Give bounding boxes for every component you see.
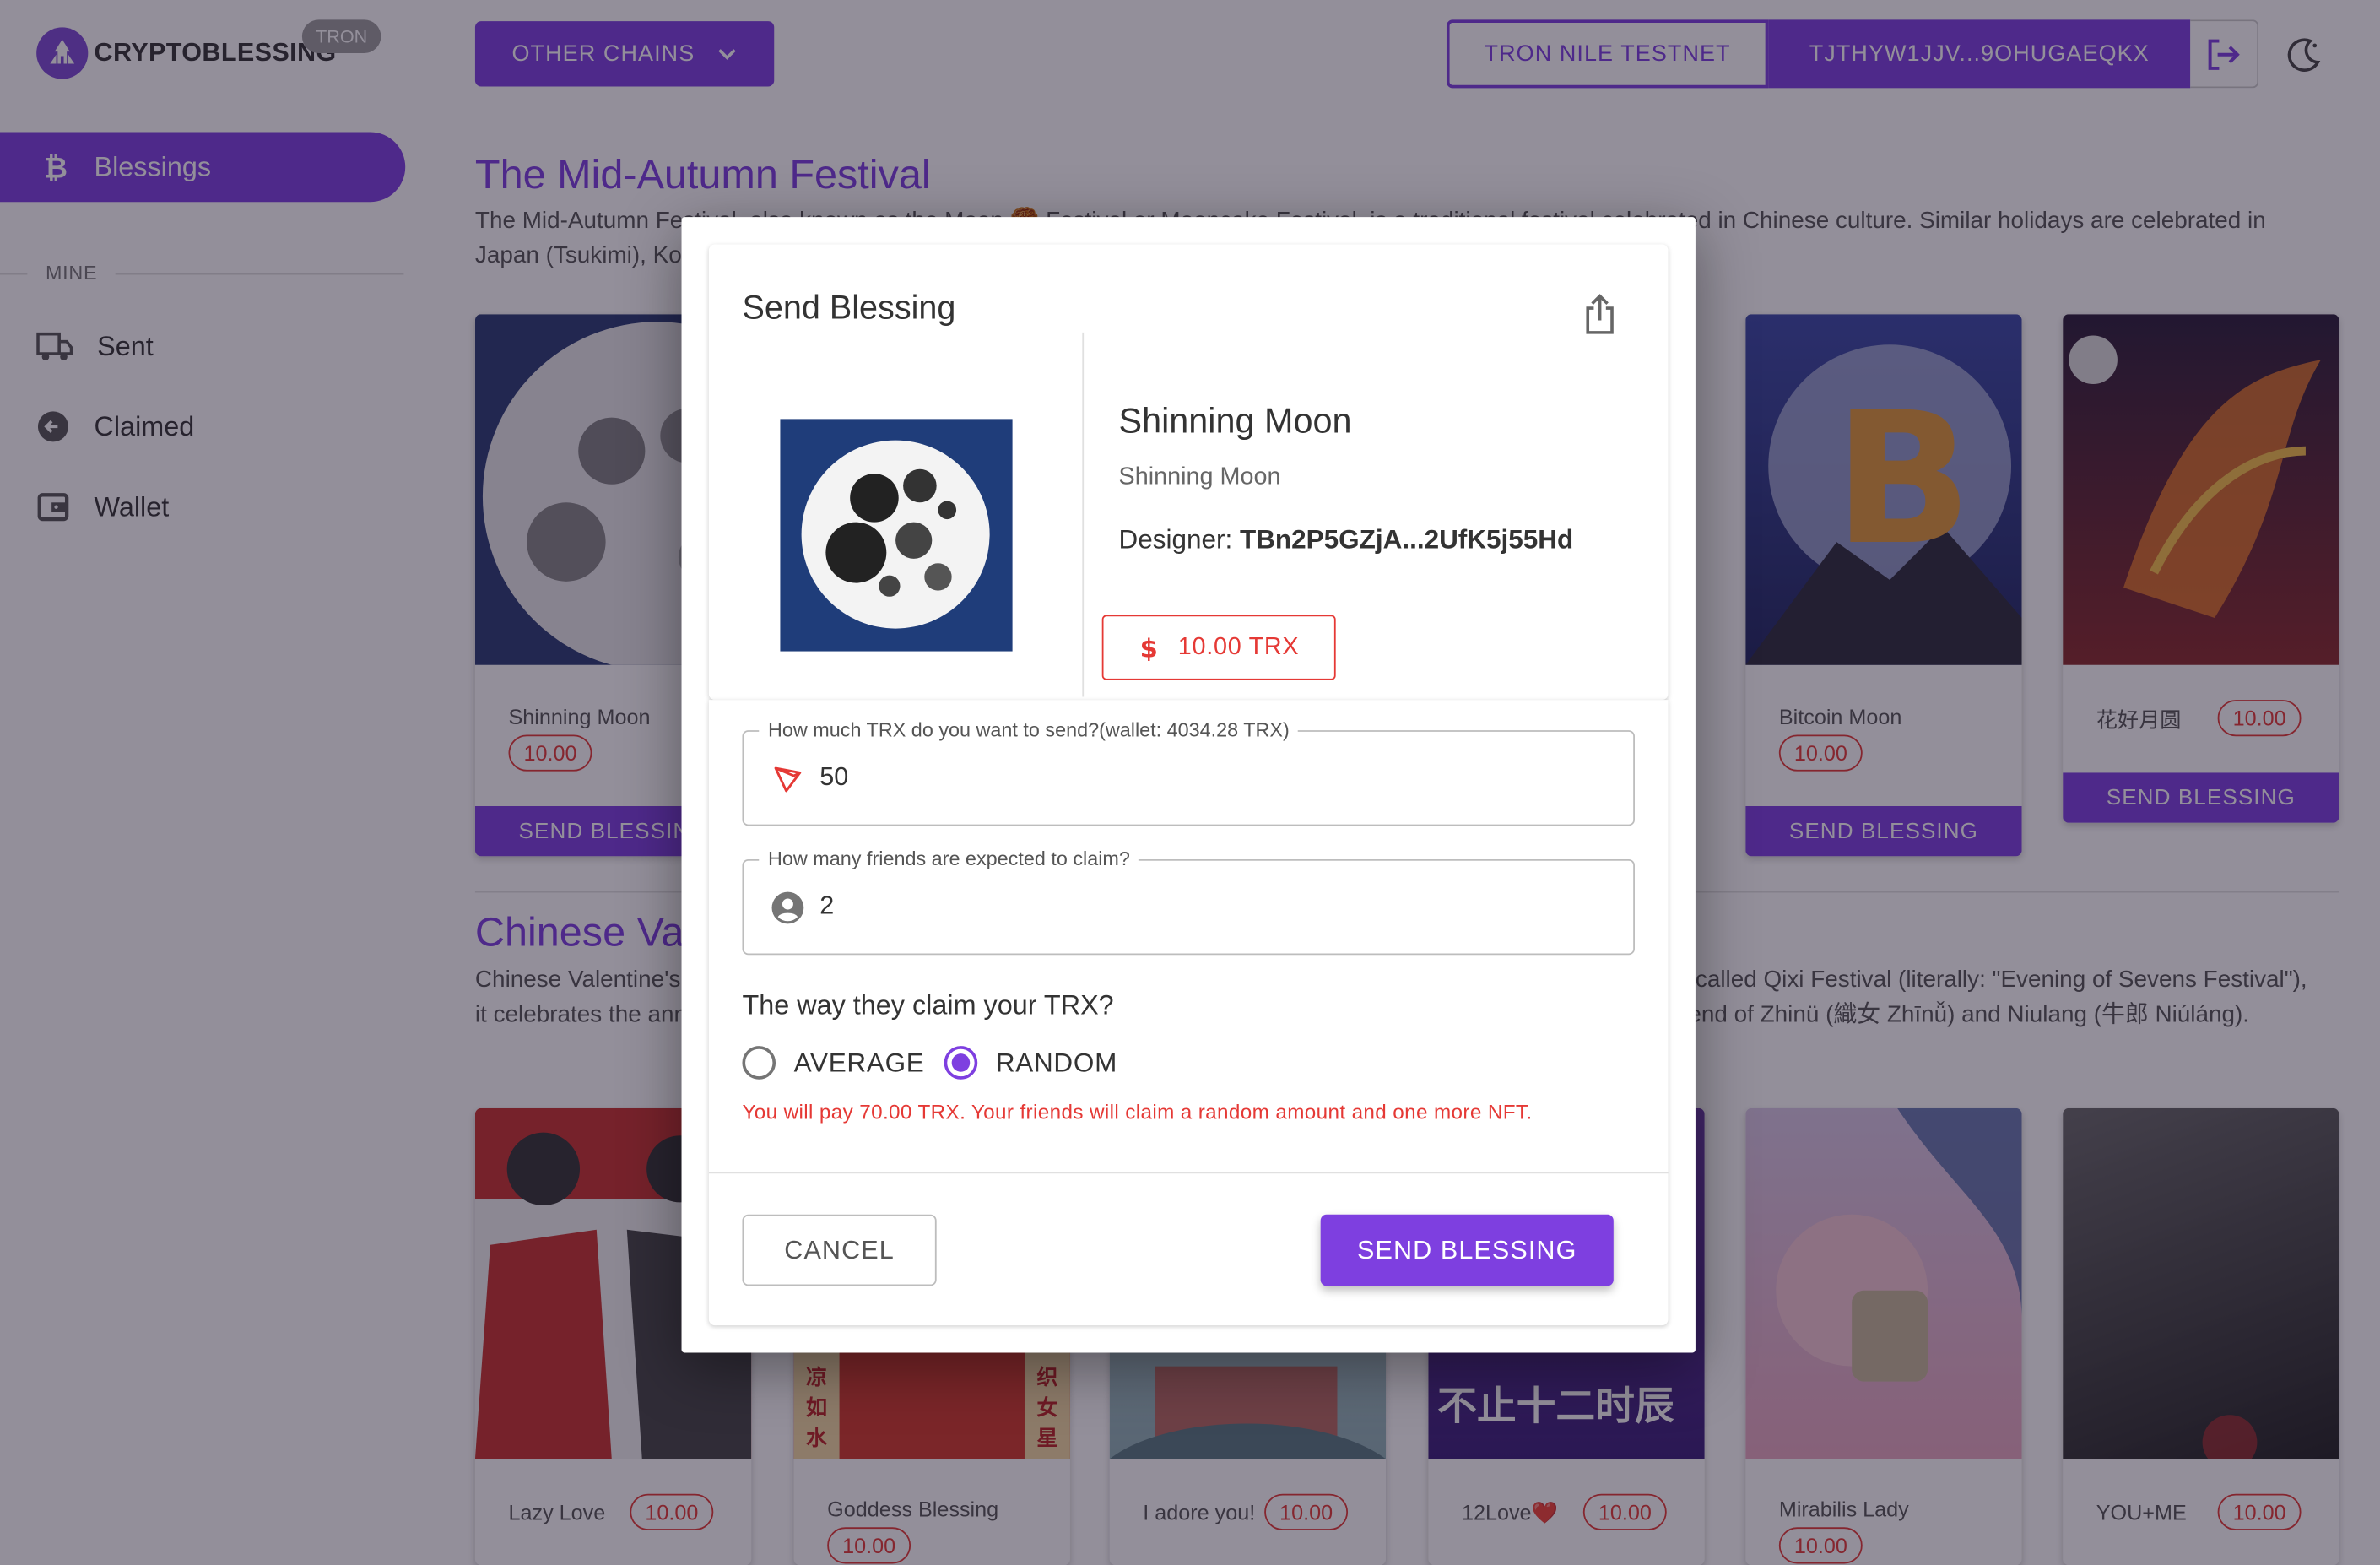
nft-image — [780, 419, 1013, 652]
nft-price-chip: $ 10.00 TRX — [1101, 615, 1336, 680]
radio-random[interactable]: RANDOM — [944, 1042, 1117, 1084]
radio-random-indicator[interactable] — [944, 1046, 978, 1080]
designer-label: Designer: — [1118, 523, 1233, 555]
trx-amount-input[interactable] — [819, 755, 1579, 799]
nft-name: Shinning Moon — [1118, 400, 1352, 441]
claim-method-question: The way they claim your TRX? — [742, 989, 1114, 1021]
share-icon — [1586, 294, 1614, 334]
panel-divider — [1082, 332, 1085, 697]
radio-average-label: AVERAGE — [793, 1047, 925, 1078]
share-button[interactable] — [1578, 290, 1620, 339]
radio-random-label: RANDOM — [995, 1047, 1118, 1078]
payment-note: You will pay 70.00 TRX. Your friends wil… — [742, 1100, 1533, 1124]
send-blessing-submit-button[interactable]: SEND BLESSING — [1320, 1214, 1614, 1286]
account-icon — [771, 891, 805, 925]
nft-designer: Designer: TBn2P5GZjA...2UfK5j55Hd — [1118, 523, 1573, 555]
friends-count-field[interactable]: How many friends are expected to claim? — [742, 847, 1635, 956]
cancel-button[interactable]: CANCEL — [742, 1214, 937, 1286]
trx-amount-label: How much TRX do you want to send?(wallet… — [759, 718, 1299, 741]
actions-divider — [708, 1172, 1669, 1174]
nft-price: 10.00 TRX — [1177, 633, 1300, 660]
svg-text:$: $ — [1140, 634, 1159, 663]
trx-amount-field[interactable]: How much TRX do you want to send?(wallet… — [742, 718, 1635, 826]
nft-subtitle: Shinning Moon — [1118, 464, 1281, 490]
radio-average[interactable]: AVERAGE — [742, 1042, 924, 1084]
designer-address[interactable]: TBn2P5GZjA...2UfK5j55Hd — [1240, 523, 1573, 554]
friends-count-label: How many friends are expected to claim? — [759, 847, 1139, 870]
radio-average-indicator[interactable] — [742, 1046, 776, 1080]
dollar-icon: $ — [1140, 634, 1159, 663]
dialog-title: Send Blessing — [742, 288, 956, 327]
tron-icon — [771, 762, 805, 796]
friends-count-input[interactable] — [819, 885, 1579, 928]
